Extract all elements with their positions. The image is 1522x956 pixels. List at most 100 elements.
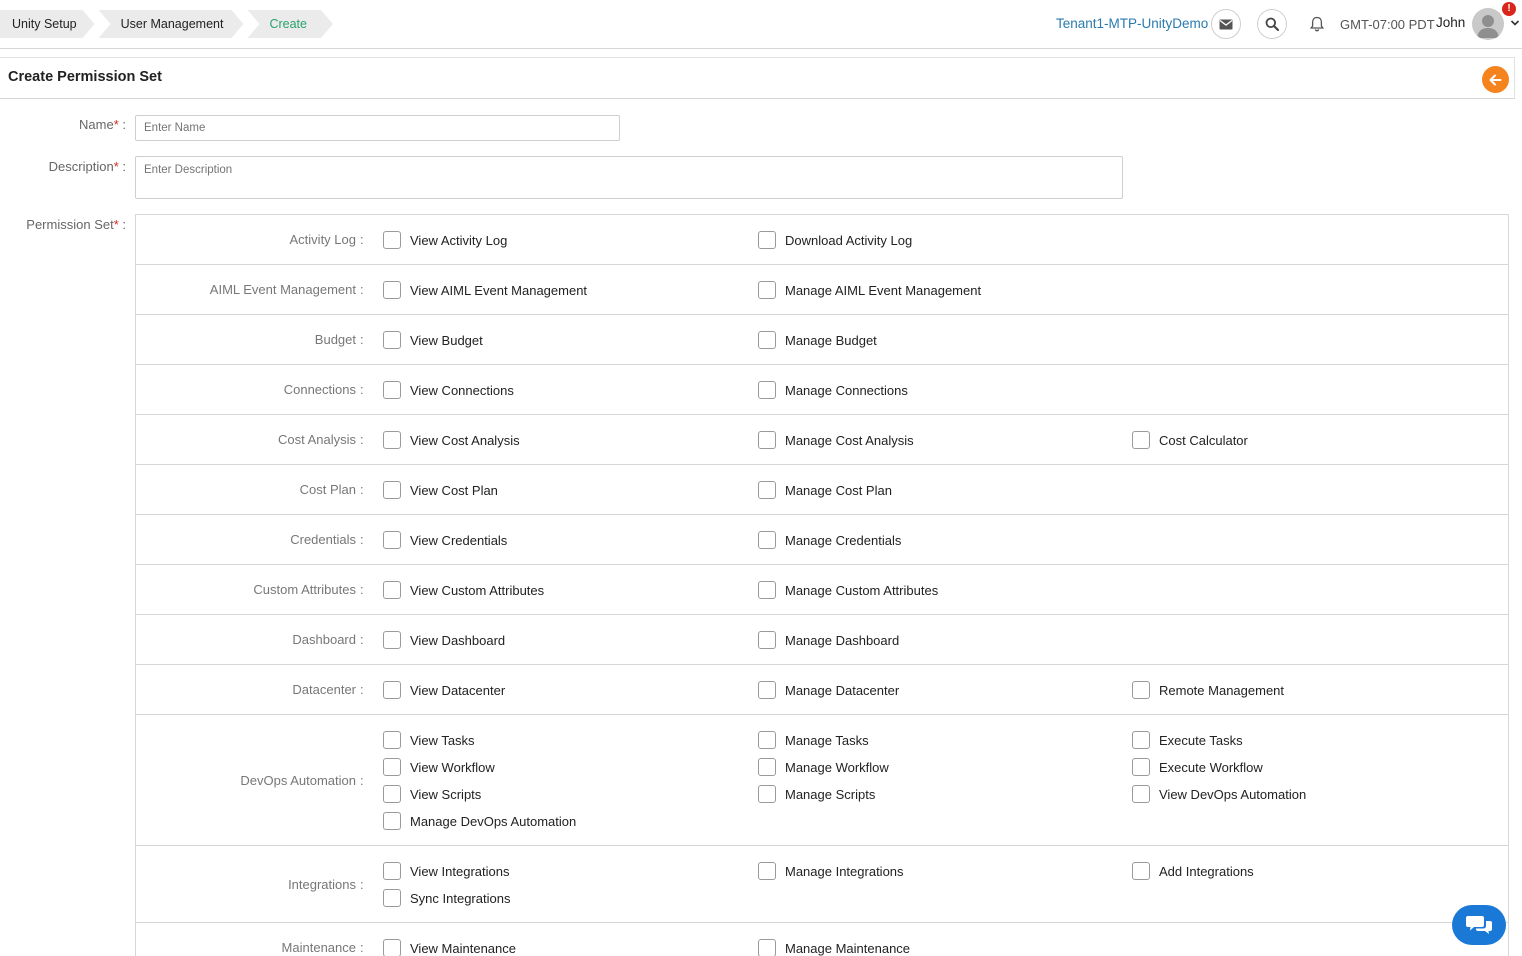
permission-checkbox[interactable]: Manage Custom Attributes: [758, 581, 938, 599]
permission-checkbox[interactable]: Manage Connections: [758, 381, 908, 399]
permission-checkbox[interactable]: View Integrations: [383, 862, 510, 880]
permission-checkbox[interactable]: Manage DevOps Automation: [383, 812, 576, 830]
permission-checkbox[interactable]: Cost Calculator: [1132, 431, 1248, 449]
permission-checkbox[interactable]: View Connections: [383, 381, 514, 399]
checkbox-square[interactable]: [383, 481, 401, 499]
permission-checkbox[interactable]: View Credentials: [383, 531, 507, 549]
checkbox-square[interactable]: [383, 939, 401, 956]
checkbox-square[interactable]: [758, 681, 776, 699]
permission-checkbox[interactable]: View Tasks: [383, 731, 475, 749]
permission-option-label: View Cost Plan: [410, 482, 498, 498]
chevron-down-icon[interactable]: [1510, 18, 1520, 28]
checkbox-square[interactable]: [758, 631, 776, 649]
permission-checkbox[interactable]: View Dashboard: [383, 631, 505, 649]
permission-checkbox[interactable]: View Workflow: [383, 758, 495, 776]
permission-checkbox[interactable]: View Activity Log: [383, 231, 507, 249]
permission-checkbox[interactable]: Manage Workflow: [758, 758, 889, 776]
checkbox-square[interactable]: [758, 481, 776, 499]
checkbox-square[interactable]: [758, 531, 776, 549]
checkbox-square[interactable]: [383, 631, 401, 649]
checkbox-square[interactable]: [1132, 862, 1150, 880]
checkbox-square[interactable]: [758, 758, 776, 776]
mail-button[interactable]: [1211, 9, 1241, 39]
chat-button[interactable]: [1452, 905, 1506, 945]
permission-checkbox[interactable]: View Scripts: [383, 785, 481, 803]
checkbox-square[interactable]: [383, 681, 401, 699]
breadcrumb-user-management[interactable]: User Management: [99, 10, 244, 38]
permission-checkbox[interactable]: View DevOps Automation: [1132, 785, 1306, 803]
permission-checkbox[interactable]: Manage Dashboard: [758, 631, 899, 649]
permission-checkbox[interactable]: View Cost Plan: [383, 481, 498, 499]
alert-badge[interactable]: !: [1502, 2, 1516, 16]
checkbox-square[interactable]: [758, 431, 776, 449]
checkbox-square[interactable]: [1132, 431, 1150, 449]
permission-checkbox[interactable]: Download Activity Log: [758, 231, 912, 249]
avatar[interactable]: [1472, 8, 1504, 40]
checkbox-square[interactable]: [758, 731, 776, 749]
permission-checkbox[interactable]: Manage Maintenance: [758, 939, 910, 956]
permission-checkbox[interactable]: Execute Tasks: [1132, 731, 1243, 749]
checkbox-square[interactable]: [758, 381, 776, 399]
checkbox-square[interactable]: [1132, 785, 1150, 803]
checkbox-square[interactable]: [758, 331, 776, 349]
breadcrumb-unity-setup[interactable]: Unity Setup: [0, 10, 95, 38]
user-name[interactable]: John: [1436, 15, 1465, 30]
permission-checkbox[interactable]: Sync Integrations: [383, 889, 510, 907]
checkbox-square[interactable]: [758, 231, 776, 249]
checkbox-square[interactable]: [758, 281, 776, 299]
permission-checkbox[interactable]: Manage Budget: [758, 331, 877, 349]
checkbox-square[interactable]: [1132, 731, 1150, 749]
back-button[interactable]: [1482, 66, 1509, 93]
search-icon: [1265, 17, 1279, 31]
name-input[interactable]: [135, 115, 620, 141]
permission-checkbox[interactable]: Manage Datacenter: [758, 681, 899, 699]
permission-checkbox[interactable]: View Custom Attributes: [383, 581, 544, 599]
tenant-selector[interactable]: Tenant1-MTP-UnityDemo: [1056, 16, 1208, 31]
checkbox-square[interactable]: [383, 431, 401, 449]
checkbox-square[interactable]: [383, 531, 401, 549]
permission-row: Maintenance: View Maintenance Manage Maint…: [136, 923, 1508, 956]
checkbox-square[interactable]: [758, 581, 776, 599]
checkbox-square[interactable]: [383, 731, 401, 749]
permission-checkbox[interactable]: View Cost Analysis: [383, 431, 520, 449]
permission-checkbox[interactable]: Execute Workflow: [1132, 758, 1263, 776]
permission-option-label: View Custom Attributes: [410, 582, 545, 598]
checkbox-square[interactable]: [383, 231, 401, 249]
permission-checkbox[interactable]: Manage Scripts: [758, 785, 875, 803]
search-button[interactable]: [1257, 9, 1287, 39]
permission-checkbox[interactable]: Manage Credentials: [758, 531, 901, 549]
permission-option-label: Remote Management: [1159, 682, 1285, 698]
permission-checkbox[interactable]: View Datacenter: [383, 681, 505, 699]
permission-checkbox[interactable]: View Budget: [383, 331, 483, 349]
checkbox-square[interactable]: [758, 862, 776, 880]
checkbox-square[interactable]: [758, 785, 776, 803]
permission-label-colon: :: [360, 773, 364, 788]
checkbox-square[interactable]: [1132, 758, 1150, 776]
permission-checkbox[interactable]: Remote Management: [1132, 681, 1284, 699]
permission-checkbox[interactable]: Manage Tasks: [758, 731, 869, 749]
checkbox-square[interactable]: [383, 281, 401, 299]
permission-checkbox[interactable]: Manage Cost Plan: [758, 481, 892, 499]
permission-checkbox[interactable]: View AIML Event Management: [383, 281, 587, 299]
checkbox-square[interactable]: [1132, 681, 1150, 699]
permission-checkbox[interactable]: Manage AIML Event Management: [758, 281, 981, 299]
permission-label-colon: :: [360, 382, 364, 397]
checkbox-square[interactable]: [383, 758, 401, 776]
checkbox-square[interactable]: [383, 581, 401, 599]
permission-checkbox[interactable]: Add Integrations: [1132, 862, 1254, 880]
checkbox-square[interactable]: [383, 381, 401, 399]
checkbox-square[interactable]: [758, 939, 776, 956]
permission-checkbox[interactable]: Manage Integrations: [758, 862, 904, 880]
checkbox-square[interactable]: [383, 785, 401, 803]
checkbox-square[interactable]: [383, 862, 401, 880]
checkbox-square[interactable]: [383, 331, 401, 349]
checkbox-square[interactable]: [383, 812, 401, 830]
bell-icon[interactable]: [1308, 15, 1326, 33]
permission-checkbox[interactable]: View Maintenance: [383, 939, 516, 956]
permission-checkbox[interactable]: Manage Cost Analysis: [758, 431, 914, 449]
permission-row: Integrations: View Integrations Manage Int…: [136, 846, 1508, 923]
description-input[interactable]: [135, 156, 1123, 199]
name-label-text: Name: [79, 117, 114, 132]
permission-label-colon: :: [360, 532, 364, 547]
checkbox-square[interactable]: [383, 889, 401, 907]
